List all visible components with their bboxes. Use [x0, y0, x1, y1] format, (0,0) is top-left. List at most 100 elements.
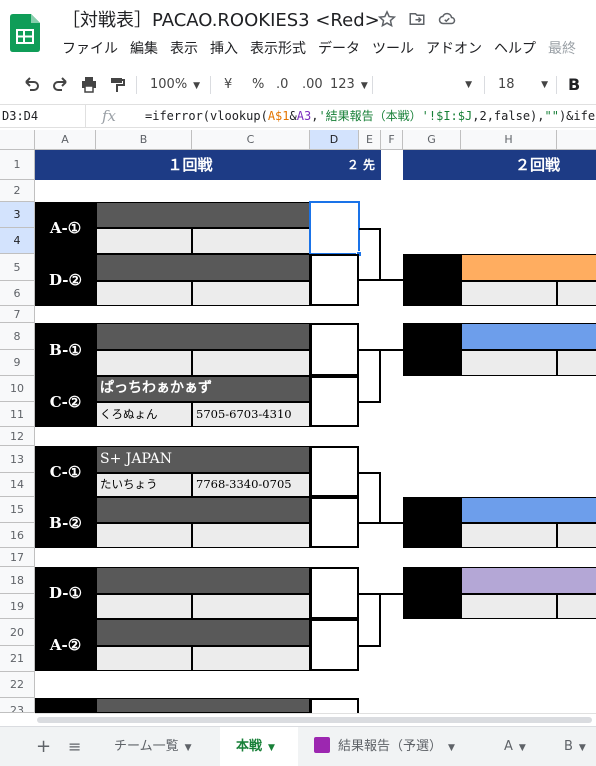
- menu-edit[interactable]: 編集: [130, 41, 158, 57]
- column-header-f[interactable]: F: [381, 130, 403, 150]
- row-header[interactable]: 9: [0, 350, 35, 376]
- decrease-decimal-button[interactable]: .0: [276, 70, 288, 100]
- seed-label-c1[interactable]: C-①: [35, 446, 96, 497]
- menu-addons[interactable]: アドオン: [426, 41, 482, 57]
- row-header[interactable]: 19: [0, 594, 35, 619]
- team-name-cell[interactable]: [96, 619, 310, 646]
- team-rep-cell[interactable]: [96, 646, 192, 671]
- seed-label-c2[interactable]: C-②: [35, 376, 96, 427]
- score-cell[interactable]: [310, 619, 359, 671]
- select-all-corner[interactable]: [0, 130, 35, 150]
- scrollbar-thumb[interactable]: [37, 717, 592, 723]
- row-header[interactable]: 22: [0, 672, 35, 698]
- round2-seed-cell[interactable]: [403, 323, 461, 376]
- column-header-d[interactable]: D: [310, 130, 359, 150]
- round2-seed-cell[interactable]: [403, 254, 461, 306]
- sheets-logo-icon[interactable]: [10, 14, 40, 52]
- formula-input[interactable]: =iferror(vlookup(A$1&A3,'結果報告（本戦）'!$I:$J…: [145, 105, 595, 127]
- team-rep-cell[interactable]: たいちょう: [96, 473, 192, 497]
- team-name-cell[interactable]: ぱっちわぁかぁず: [96, 376, 310, 402]
- row-header[interactable]: 4: [0, 228, 35, 254]
- team-name-cell[interactable]: [96, 202, 310, 228]
- team-id-cell[interactable]: 7768-3340-0705: [192, 473, 310, 497]
- row-header[interactable]: 11: [0, 402, 35, 427]
- column-header-a[interactable]: A: [35, 130, 96, 150]
- row-header[interactable]: 20: [0, 619, 35, 646]
- tab-main-bracket[interactable]: 本戦 ▼: [220, 727, 298, 766]
- print-icon[interactable]: [80, 70, 98, 100]
- team-name-cell[interactable]: [96, 497, 310, 523]
- row-header[interactable]: 6: [0, 281, 35, 306]
- round2-id-cell[interactable]: [557, 281, 596, 306]
- score-cell[interactable]: [310, 497, 359, 548]
- row-header[interactable]: 21: [0, 646, 35, 672]
- menu-help[interactable]: ヘルプ: [494, 41, 536, 57]
- all-sheets-icon[interactable]: ≡: [68, 727, 81, 766]
- row-header[interactable]: 2: [0, 180, 35, 202]
- team-id-cell[interactable]: [192, 646, 310, 671]
- team-id-cell[interactable]: [192, 350, 310, 376]
- add-sheet-button[interactable]: +: [36, 727, 51, 766]
- seed-label-a2[interactable]: A-②: [35, 619, 96, 671]
- cloud-status-icon[interactable]: [438, 10, 456, 28]
- round2-team-name-blue[interactable]: [461, 323, 596, 350]
- row-header[interactable]: 16: [0, 523, 35, 548]
- menu-insert[interactable]: 挿入: [210, 41, 238, 57]
- redo-icon[interactable]: [52, 70, 70, 100]
- row-header[interactable]: 13: [0, 446, 35, 473]
- score-cell[interactable]: [310, 254, 359, 306]
- seed-label-d1[interactable]: D-①: [35, 567, 96, 619]
- document-title[interactable]: ［対戦表］PACAO.ROOKIES3 <Red>: [62, 6, 380, 32]
- round1-header[interactable]: １回戦: [35, 150, 345, 180]
- team-id-cell[interactable]: [192, 228, 310, 254]
- tab-group-b[interactable]: B ▼: [550, 727, 596, 766]
- seed-label-b2[interactable]: B-②: [35, 497, 96, 548]
- round2-seed-cell[interactable]: [403, 567, 461, 619]
- round2-rep-cell[interactable]: [461, 281, 557, 306]
- round2-team-name-blue[interactable]: [461, 497, 596, 523]
- horizontal-scrollbar[interactable]: [35, 713, 596, 725]
- row-header[interactable]: 17: [0, 548, 35, 567]
- round2-rep-cell[interactable]: [461, 523, 557, 548]
- round2-id-cell[interactable]: [557, 350, 596, 376]
- team-name-cell[interactable]: [96, 254, 310, 281]
- team-rep-cell[interactable]: [96, 523, 192, 548]
- team-rep-cell[interactable]: [96, 228, 192, 254]
- score-cell[interactable]: [310, 323, 359, 376]
- currency-format-button[interactable]: ¥: [224, 70, 232, 100]
- column-header-c[interactable]: C: [192, 130, 310, 150]
- tab-group-a[interactable]: A ▼: [488, 727, 548, 766]
- row-header[interactable]: 5: [0, 254, 35, 281]
- row-header[interactable]: 7: [0, 306, 35, 323]
- row-header[interactable]: 14: [0, 473, 35, 497]
- team-rep-cell[interactable]: [96, 594, 192, 619]
- team-id-cell[interactable]: [192, 281, 310, 306]
- score-cell[interactable]: [310, 376, 359, 427]
- team-name-cell[interactable]: [96, 698, 310, 713]
- team-id-cell[interactable]: 5705-6703-4310: [192, 402, 310, 427]
- row-header[interactable]: 8: [0, 323, 35, 350]
- menu-tools[interactable]: ツール: [372, 41, 414, 57]
- row-header[interactable]: 1: [0, 150, 35, 180]
- team-rep-cell[interactable]: [96, 281, 192, 306]
- round2-rep-cell[interactable]: [461, 350, 557, 376]
- round2-id-cell[interactable]: [557, 594, 596, 619]
- round2-team-name-purple[interactable]: [461, 567, 596, 594]
- round2-seed-cell[interactable]: [403, 497, 461, 548]
- zoom-select[interactable]: 100% ▼: [150, 70, 200, 100]
- tab-results-prelim[interactable]: 結果報告（予選） ▼: [300, 727, 486, 766]
- row-header[interactable]: 12: [0, 427, 35, 446]
- menu-view[interactable]: 表示: [170, 41, 198, 57]
- column-header-e[interactable]: E: [359, 130, 381, 150]
- increase-decimal-button[interactable]: .00: [302, 70, 323, 100]
- more-formats-select[interactable]: 123 ▼: [330, 70, 368, 100]
- team-id-cell[interactable]: [192, 594, 310, 619]
- row-header[interactable]: 3: [0, 202, 35, 228]
- seed-label-a1[interactable]: A-①: [35, 202, 96, 254]
- name-box[interactable]: D3:D4: [0, 105, 86, 127]
- row-header[interactable]: 18: [0, 567, 35, 594]
- percent-format-button[interactable]: %: [252, 70, 264, 100]
- column-header-g[interactable]: G: [403, 130, 461, 150]
- seed-label-b1[interactable]: B-①: [35, 323, 96, 376]
- menu-file[interactable]: ファイル: [62, 41, 118, 57]
